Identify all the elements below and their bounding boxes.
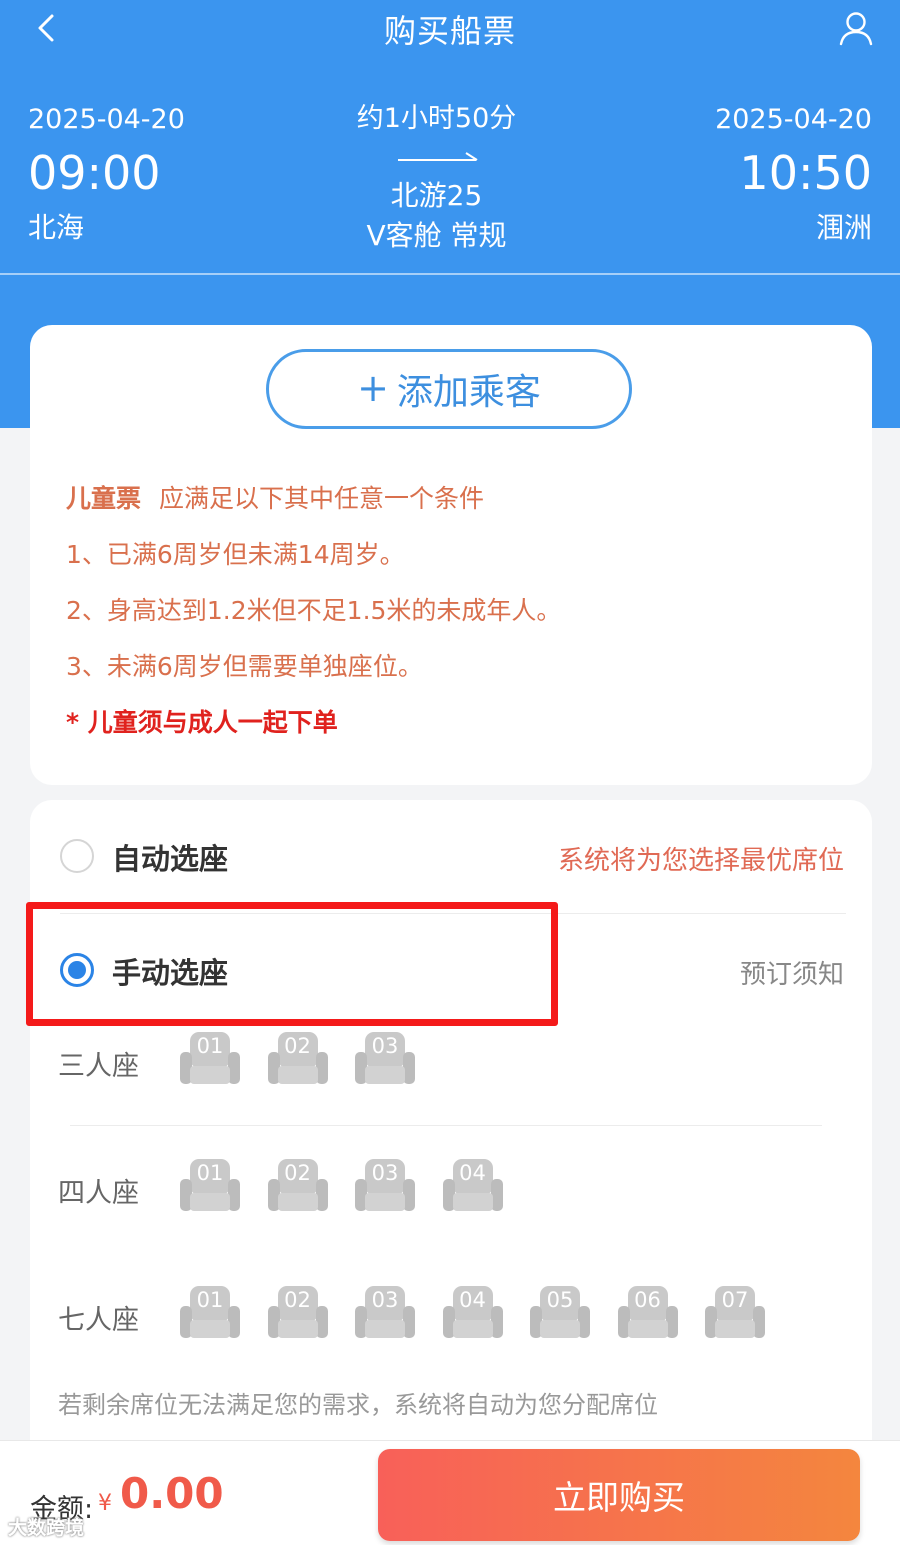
amount-value: 0.00 [120, 1469, 224, 1518]
cabin-class: V客舱 常规 [366, 219, 507, 252]
child-rule-item: 1、已满6周岁但未满14周岁。 [66, 540, 405, 569]
seat-number: 07 [721, 1288, 749, 1312]
seat-row-label: 三人座 [58, 1051, 139, 1082]
manual-seat-radio[interactable] [60, 953, 94, 987]
watermark: 大数跨境 [8, 1517, 85, 1539]
seat-button[interactable]: 06 [616, 1284, 680, 1342]
arrow-right-icon [398, 152, 478, 161]
seat-button[interactable]: 01 [178, 1157, 242, 1215]
seat-number: 02 [284, 1288, 311, 1312]
auto-seat-radio[interactable] [60, 839, 94, 873]
seat-row-label: 四人座 [58, 1178, 139, 1209]
seat-number: 02 [284, 1161, 311, 1185]
auto-seat-label[interactable]: 自动选座 [112, 836, 228, 878]
user-button[interactable] [836, 8, 876, 48]
seat-button[interactable]: 02 [266, 1284, 330, 1342]
seat-allocation-note: 若剩余席位无法满足您的需求，系统将自动为您分配席位 [58, 1391, 658, 1419]
child-rule-intro: 应满足以下其中任意一个条件 [159, 484, 485, 513]
arrival-date: 2025-04-20 [715, 104, 872, 135]
seat-button[interactable]: 02 [266, 1157, 330, 1215]
seat-number: 04 [459, 1288, 486, 1312]
arrival-time: 10:50 [739, 146, 872, 200]
seat-button[interactable]: 02 [266, 1030, 330, 1088]
child-rule-title: 儿童票 [66, 484, 142, 513]
seat-button[interactable]: 05 [528, 1284, 592, 1342]
page-title: 购买船票 [383, 12, 516, 50]
manual-seat-label[interactable]: 手动选座 [112, 950, 228, 992]
child-rule-item: 3、未满6周岁但需要单独座位。 [66, 652, 423, 681]
divider [60, 913, 846, 914]
auto-seat-hint: 系统将为您选择最优席位 [557, 846, 844, 876]
seat-number: 01 [196, 1288, 224, 1312]
seat-number: 01 [196, 1161, 224, 1185]
plus-icon: + [357, 366, 389, 410]
arrival-port: 涠洲 [815, 211, 872, 244]
currency-symbol: ¥ [98, 1491, 112, 1516]
seat-button[interactable]: 04 [441, 1284, 505, 1342]
seat-button[interactable]: 03 [353, 1157, 417, 1215]
seat-button[interactable]: 07 [703, 1284, 767, 1342]
seat-button[interactable]: 04 [441, 1157, 505, 1215]
seat-row-3: 三人座 01 02 03 [30, 1030, 872, 1100]
seat-button[interactable]: 03 [353, 1284, 417, 1342]
seat-selection-card: 自动选座 系统将为您选择最优席位 手动选座 预订须知 三人座 01 02 03 四人… [30, 800, 872, 1500]
seat-button[interactable]: 01 [178, 1284, 242, 1342]
booking-notice-link[interactable]: 预订须知 [740, 954, 844, 991]
seat-row-label: 七人座 [58, 1305, 139, 1336]
seat-number: 03 [371, 1288, 399, 1312]
header-divider [0, 273, 900, 275]
seat-number: 04 [459, 1161, 486, 1185]
seat-row-4: 四人座 01 02 03 04 [30, 1157, 872, 1227]
seat-number: 02 [284, 1034, 311, 1058]
seat-button[interactable]: 03 [353, 1030, 417, 1088]
add-passenger-button[interactable]: + 添加乘客 [266, 349, 632, 429]
add-passenger-label: 添加乘客 [396, 372, 541, 413]
seat-number: 06 [634, 1288, 661, 1312]
child-rule-item: 2、身高达到1.2米但不足1.5米的未成年人。 [66, 596, 562, 625]
seat-row-7: 七人座 01 02 03 04 05 06 07 [30, 1284, 872, 1354]
user-icon [839, 12, 873, 46]
seat-number: 01 [196, 1034, 224, 1058]
seat-number: 05 [546, 1288, 574, 1312]
seat-number: 03 [371, 1034, 399, 1058]
buy-now-button[interactable]: 立即购买 [378, 1449, 860, 1541]
child-note: * 儿童须与成人一起下单 [66, 708, 338, 737]
bottom-bar: 金额: ¥ 0.00 立即购买 大数跨境 [0, 1440, 900, 1545]
divider [70, 1125, 822, 1126]
child-rule-heading: 儿童票 应满足以下其中任意一个条件 [66, 479, 484, 515]
seat-button[interactable]: 01 [178, 1030, 242, 1088]
passenger-card: + 添加乘客 儿童票 应满足以下其中任意一个条件 1、已满6周岁但未满14周岁。 … [30, 325, 872, 785]
seat-number: 03 [371, 1161, 399, 1185]
